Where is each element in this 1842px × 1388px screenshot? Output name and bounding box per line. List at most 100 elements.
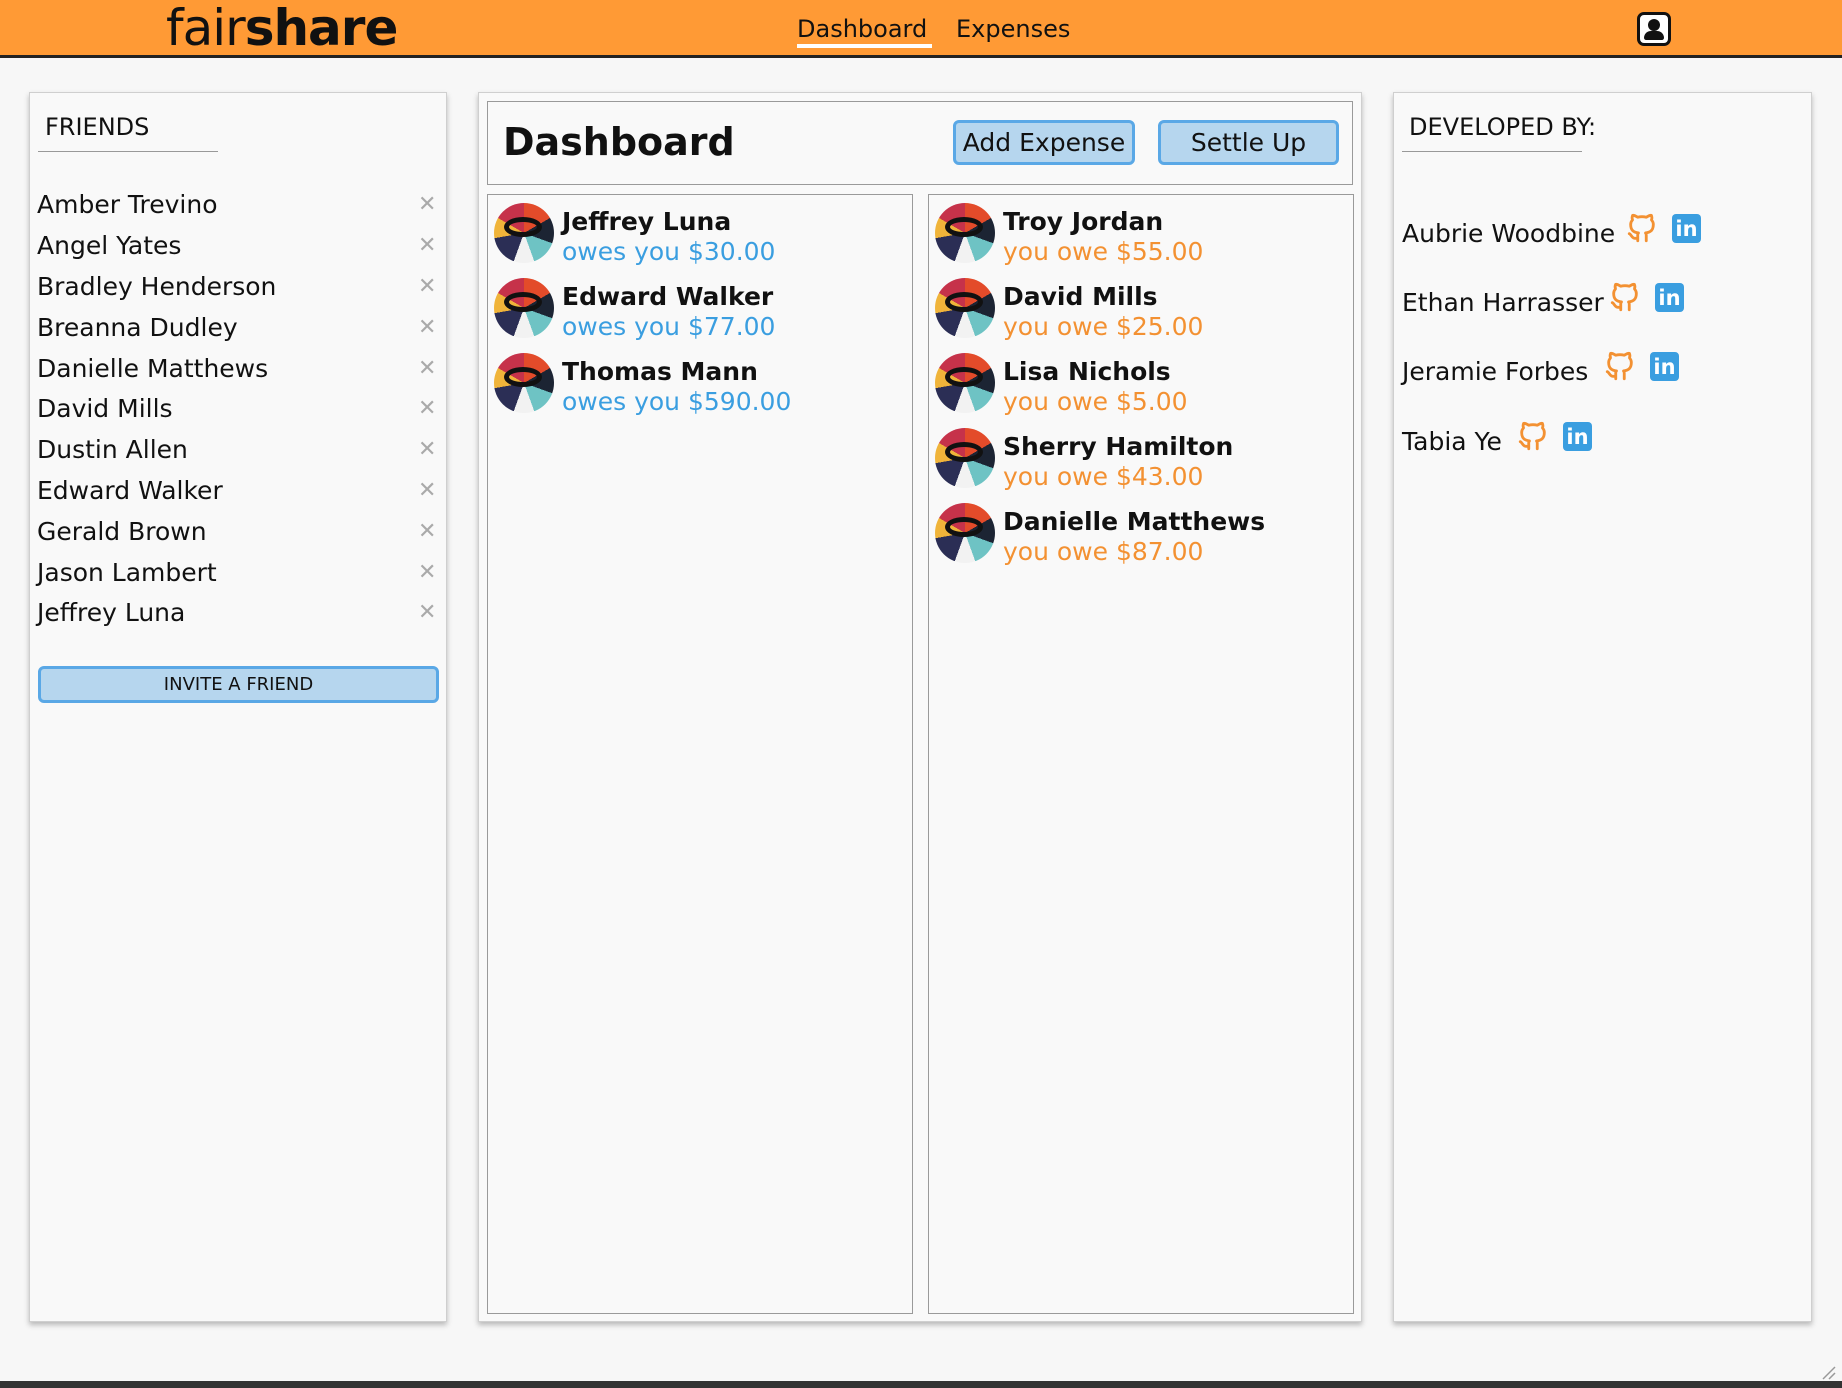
avatar (494, 203, 554, 263)
github-icon[interactable] (1603, 349, 1637, 383)
github-icon[interactable] (1625, 211, 1659, 245)
balance-amount: owes you $77.00 (562, 312, 776, 341)
friend-name: Edward Walker (37, 476, 223, 505)
friend-item[interactable]: Amber Trevino ✕ (37, 186, 437, 227)
add-expense-button[interactable]: Add Expense (953, 120, 1135, 165)
friend-name: Jeffrey Luna (37, 598, 186, 627)
window-bottom-edge (0, 1381, 1842, 1388)
balance-amount: owes you $590.00 (562, 387, 792, 416)
balance-entry[interactable]: Edward Walker owes you $77.00 (494, 276, 904, 342)
remove-friend-icon[interactable]: ✕ (418, 233, 436, 258)
friend-item[interactable]: David Mills ✕ (37, 390, 437, 431)
remove-friend-icon[interactable]: ✕ (418, 315, 436, 340)
remove-friend-icon[interactable]: ✕ (418, 437, 436, 462)
github-icon[interactable] (1608, 280, 1642, 314)
friend-name: Angel Yates (37, 231, 182, 260)
top-nav-bar: fairshare Dashboard Expenses (0, 0, 1842, 58)
friend-item[interactable]: Angel Yates ✕ (37, 227, 437, 268)
developer-name: Tabia Ye (1402, 427, 1502, 456)
logo-text-light: fair (166, 0, 246, 57)
developer-name: Jeramie Forbes (1402, 357, 1589, 386)
balance-entry[interactable]: Lisa Nichols you owe $5.00 (935, 351, 1345, 417)
friends-panel: FRIENDS Amber Trevino ✕ Angel Yates ✕ Brad… (29, 92, 447, 1322)
balance-amount: owes you $30.00 (562, 237, 776, 266)
linkedin-icon[interactable]: in (1650, 352, 1679, 381)
developers-panel: DEVELOPED BY: Aubrie Woodbine in Ethan H… (1393, 92, 1812, 1322)
nav-expenses-link[interactable]: Expenses (956, 0, 1070, 58)
avatar (935, 278, 995, 338)
balance-name: Lisa Nichols (1003, 357, 1171, 386)
balance-name: David Mills (1003, 282, 1158, 311)
you-owe-list: Troy Jordan you owe $55.00 David Mills you… (928, 194, 1354, 1314)
balance-amount: you owe $5.00 (1003, 387, 1188, 416)
balance-amount: you owe $43.00 (1003, 462, 1204, 491)
developers-title: DEVELOPED BY: (1409, 113, 1597, 141)
balance-name: Troy Jordan (1003, 207, 1164, 236)
friend-item[interactable]: Dustin Allen ✕ (37, 431, 437, 472)
friend-item[interactable]: Jeffrey Luna ✕ (37, 594, 437, 635)
balance-amount: you owe $87.00 (1003, 537, 1204, 566)
friend-item[interactable]: Breanna Dudley ✕ (37, 309, 437, 350)
app-logo[interactable]: fairshare (166, 0, 399, 58)
avatar (494, 278, 554, 338)
developer-item: Ethan Harrasser in (1402, 280, 1802, 326)
developer-name: Ethan Harrasser (1402, 288, 1604, 317)
invite-friend-button[interactable]: INVITE A FRIEND (38, 666, 439, 703)
friend-name: Danielle Matthews (37, 354, 269, 383)
developer-name: Aubrie Woodbine (1402, 219, 1616, 248)
linkedin-icon[interactable]: in (1655, 283, 1684, 312)
friend-item[interactable]: Danielle Matthews ✕ (37, 350, 437, 391)
avatar (935, 428, 995, 488)
remove-friend-icon[interactable]: ✕ (418, 192, 436, 217)
balance-amount: you owe $55.00 (1003, 237, 1204, 266)
page-title: Dashboard (503, 120, 735, 164)
friend-name: Bradley Henderson (37, 272, 277, 301)
developers-title-divider (1402, 151, 1582, 152)
friend-name: Dustin Allen (37, 435, 188, 464)
logo-text-bold: share (244, 0, 399, 57)
balance-name: Danielle Matthews (1003, 507, 1266, 536)
balance-entry[interactable]: Thomas Mann owes you $590.00 (494, 351, 904, 417)
friend-item[interactable]: Jason Lambert ✕ (37, 554, 437, 595)
settle-up-button[interactable]: Settle Up (1158, 120, 1339, 165)
nav-dashboard-link[interactable]: Dashboard (797, 0, 927, 58)
balance-amount: you owe $25.00 (1003, 312, 1204, 341)
remove-friend-icon[interactable]: ✕ (418, 560, 436, 585)
linkedin-icon[interactable]: in (1563, 422, 1592, 451)
balance-entry[interactable]: Troy Jordan you owe $55.00 (935, 201, 1345, 267)
developer-item: Aubrie Woodbine in (1402, 211, 1802, 257)
friend-name: Amber Trevino (37, 190, 218, 219)
user-circle-icon[interactable] (1637, 12, 1671, 46)
account-icon-body (1644, 31, 1664, 40)
github-icon[interactable] (1516, 419, 1550, 453)
developer-item: Tabia Ye in (1402, 419, 1802, 465)
balance-name: Thomas Mann (562, 357, 758, 386)
balance-entry[interactable]: Danielle Matthews you owe $87.00 (935, 501, 1345, 567)
avatar (935, 503, 995, 563)
active-nav-underline (797, 44, 932, 48)
remove-friend-icon[interactable]: ✕ (418, 356, 436, 381)
friend-name: David Mills (37, 394, 173, 423)
remove-friend-icon[interactable]: ✕ (418, 600, 436, 625)
remove-friend-icon[interactable]: ✕ (418, 274, 436, 299)
friend-item[interactable]: Bradley Henderson ✕ (37, 268, 437, 309)
balance-entry[interactable]: David Mills you owe $25.00 (935, 276, 1345, 342)
friend-item[interactable]: Gerald Brown ✕ (37, 513, 437, 554)
remove-friend-icon[interactable]: ✕ (418, 478, 436, 503)
balance-entry[interactable]: Sherry Hamilton you owe $43.00 (935, 426, 1345, 492)
resize-grip-icon[interactable] (1818, 1362, 1836, 1380)
owed-to-you-list: Jeffrey Luna owes you $30.00 Edward Walke… (487, 194, 913, 1314)
linkedin-icon[interactable]: in (1672, 214, 1701, 243)
dashboard-panel: Dashboard Add Expense Settle Up Jeffrey … (478, 92, 1362, 1322)
account-icon-head (1648, 19, 1660, 31)
friend-item[interactable]: Edward Walker ✕ (37, 472, 437, 513)
remove-friend-icon[interactable]: ✕ (418, 519, 436, 544)
friends-title-divider (38, 151, 218, 152)
friends-title: FRIENDS (45, 113, 150, 141)
remove-friend-icon[interactable]: ✕ (418, 396, 436, 421)
avatar (935, 353, 995, 413)
avatar (494, 353, 554, 413)
balance-name: Jeffrey Luna (562, 207, 732, 236)
balance-entry[interactable]: Jeffrey Luna owes you $30.00 (494, 201, 904, 267)
balance-name: Sherry Hamilton (1003, 432, 1234, 461)
